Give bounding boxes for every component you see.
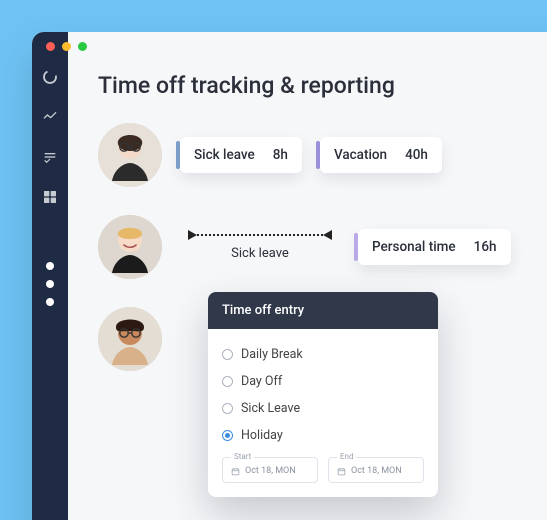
user-row: Sick leave 8h Vacation 40h — [98, 123, 547, 187]
field-label: Start — [231, 452, 254, 461]
chip-hours: 8h — [273, 147, 288, 163]
radio-label: Day Off — [241, 374, 282, 389]
traffic-close[interactable] — [46, 42, 55, 51]
chip-label: Vacation — [334, 147, 387, 163]
radio-option-holiday[interactable]: Holiday — [222, 422, 424, 449]
time-off-entry-panel: Time off entry Daily Break Day Off Sick … — [208, 292, 438, 497]
spinner-icon[interactable] — [41, 68, 59, 86]
app-window: Time off tracking & reporting Sick leave… — [32, 32, 547, 520]
sidebar-pagination-dots — [46, 262, 54, 306]
radio-icon — [222, 376, 233, 387]
timeline-bar — [190, 234, 330, 236]
page-title: Time off tracking & reporting — [98, 72, 547, 99]
window-traffic-lights — [46, 42, 87, 51]
traffic-zoom[interactable] — [78, 42, 87, 51]
dot — [46, 280, 54, 288]
avatar-user-3[interactable] — [98, 307, 162, 371]
end-date-field[interactable]: End Oct 18, MON — [328, 457, 424, 483]
radio-icon — [222, 430, 233, 441]
grid-icon[interactable] — [41, 188, 59, 206]
field-label: End — [337, 452, 356, 461]
radio-option-day-off[interactable]: Day Off — [222, 368, 424, 395]
dot — [46, 298, 54, 306]
chip-hours: 16h — [474, 239, 497, 255]
calendar-icon — [231, 467, 240, 476]
chip-label: Sick leave — [194, 147, 255, 163]
radio-label: Daily Break — [241, 347, 303, 362]
radio-label: Sick Leave — [241, 401, 300, 416]
timeoff-chip-vacation[interactable]: Vacation 40h — [320, 137, 442, 173]
chip-label: Personal time — [372, 239, 456, 255]
start-date-field[interactable]: Start Oct 18, MON — [222, 457, 318, 483]
timeoff-chip-personal-time[interactable]: Personal time 16h — [358, 229, 511, 265]
sidebar — [32, 32, 68, 520]
timeline-label: Sick leave — [231, 246, 289, 261]
radio-label: Holiday — [241, 428, 283, 443]
panel-title: Time off entry — [208, 292, 438, 329]
avatar-user-1[interactable] — [98, 123, 162, 187]
avatar-user-2[interactable] — [98, 215, 162, 279]
timeoff-chip-sick-leave[interactable]: Sick leave 8h — [180, 137, 302, 173]
radio-icon — [222, 349, 233, 360]
list-check-icon[interactable] — [41, 148, 59, 166]
field-value: Oct 18, MON — [351, 466, 402, 476]
main-content: Time off tracking & reporting Sick leave… — [68, 32, 547, 520]
dot — [46, 262, 54, 270]
timeline-sick-leave: Sick leave — [180, 234, 340, 261]
field-value: Oct 18, MON — [245, 466, 296, 476]
radio-option-daily-break[interactable]: Daily Break — [222, 341, 424, 368]
traffic-minimize[interactable] — [62, 42, 71, 51]
radio-option-sick-leave[interactable]: Sick Leave — [222, 395, 424, 422]
chip-hours: 40h — [405, 147, 428, 163]
radio-icon — [222, 403, 233, 414]
user-row: Sick leave Personal time 16h — [98, 215, 547, 279]
analytics-icon[interactable] — [41, 108, 59, 126]
calendar-icon — [337, 467, 346, 476]
